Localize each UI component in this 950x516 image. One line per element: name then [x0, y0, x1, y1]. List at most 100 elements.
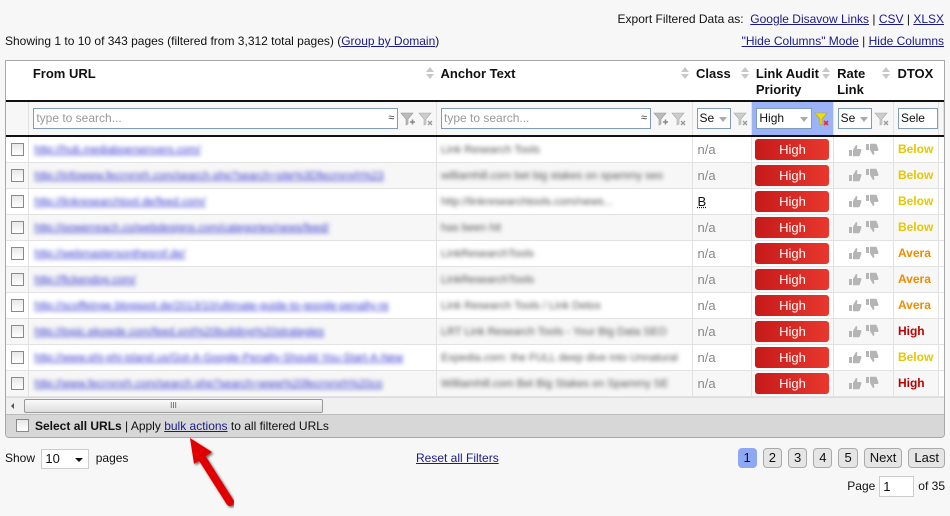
sort-icon[interactable]	[740, 67, 749, 81]
horizontal-scrollbar[interactable]: III	[6, 397, 944, 414]
priority-filter-cell: High	[751, 101, 834, 136]
row-checkbox[interactable]	[10, 377, 24, 391]
row-checkbox[interactable]	[10, 195, 24, 209]
last-page-button[interactable]: Last	[908, 448, 945, 468]
row-checkbox[interactable]	[10, 247, 24, 261]
row-checkbox[interactable]	[10, 299, 24, 313]
active-clear-filter-icon[interactable]	[814, 111, 830, 127]
row-checkbox[interactable]	[10, 273, 24, 287]
sort-icon[interactable]	[425, 67, 434, 81]
row-checkbox[interactable]	[10, 351, 24, 365]
class-filter-select[interactable]: Se	[696, 108, 731, 129]
thumbs-down-icon[interactable]	[865, 272, 879, 286]
row-checkbox[interactable]	[10, 143, 24, 157]
thumbs-up-icon[interactable]	[848, 220, 862, 234]
page-button-2[interactable]: 2	[762, 448, 782, 468]
clear-filter-icon[interactable]	[732, 111, 749, 127]
header-class[interactable]: Class	[692, 61, 752, 101]
sort-icon[interactable]	[822, 67, 831, 81]
thumbs-down-icon[interactable]	[865, 168, 879, 182]
bulk-actions-link[interactable]: bulk actions	[164, 419, 227, 433]
fuzzy-match-icon[interactable]: ≈	[641, 109, 647, 128]
columns-bar: "Hide Columns" Mode | Hide Columns	[741, 34, 944, 48]
header-dtox[interactable]: DTOX	[893, 61, 939, 101]
header-anchor-text[interactable]: Anchor Text	[436, 61, 693, 101]
thumbs-down-icon[interactable]	[865, 324, 879, 338]
next-page-button[interactable]: Next	[863, 448, 903, 468]
from-url-link[interactable]: http://www.fecrnrnrh.com/search.php?sear…	[29, 378, 382, 390]
thumbs-up-icon[interactable]	[848, 143, 862, 157]
priority-badge: High	[755, 346, 830, 368]
from-url-link[interactable]: http://infowww.fecrnrnrh.com/search.php?…	[29, 170, 383, 182]
clear-filter-icon[interactable]	[418, 111, 434, 127]
hide-columns-mode-link[interactable]: "Hide Columns" Mode	[742, 34, 859, 48]
export-xlsx-link[interactable]: XLSX	[913, 12, 944, 26]
anchor-text: Link Research Tools / Link Detox	[441, 300, 602, 312]
clear-filter-icon[interactable]	[873, 111, 890, 127]
from-url-link[interactable]: http://www.phi-phi-island.us/Got-A-Googl…	[29, 352, 403, 364]
thumbs-down-icon[interactable]	[865, 298, 879, 312]
sort-icon[interactable]	[882, 67, 891, 81]
thumbs-down-icon[interactable]	[865, 194, 879, 208]
header-link-audit-priority[interactable]: Link Audit Priority	[751, 61, 834, 101]
dtox-filter-select[interactable]: Sele	[897, 108, 938, 129]
dropdown-arrow-icon	[859, 117, 868, 122]
scroll-left-icon[interactable]	[11, 403, 14, 409]
group-by-domain-link[interactable]: Group by Domain	[341, 34, 435, 48]
page-button-5[interactable]: 5	[838, 448, 858, 468]
page-button-1[interactable]: 1	[737, 448, 757, 468]
table-row: http://webmastersonthesrof.de/LinkResear…	[6, 240, 944, 266]
export-disavow-link[interactable]: Google Disavow Links	[750, 12, 869, 26]
from-url-link[interactable]: http://powerreach.co/webdesigns.com/cate…	[29, 222, 329, 234]
select-all-checkbox[interactable]	[16, 419, 29, 433]
row-checkbox[interactable]	[10, 325, 24, 339]
sort-icon[interactable]	[681, 67, 690, 81]
thumbs-down-icon[interactable]	[865, 143, 879, 157]
export-csv-link[interactable]: CSV	[879, 12, 904, 26]
from-url-search-input[interactable]: type to search... ≈	[33, 108, 399, 129]
thumbs-down-icon[interactable]	[865, 376, 879, 390]
from-url-link[interactable]: http://fickendog.com/	[29, 274, 136, 286]
rate-link-cell	[833, 344, 894, 370]
row-checkbox[interactable]	[10, 169, 24, 183]
thumbs-up-icon[interactable]	[848, 298, 862, 312]
thumbs-up-icon[interactable]	[848, 194, 862, 208]
reset-filters-link[interactable]: Reset all Filters	[416, 451, 499, 465]
priority-filter-select[interactable]: High	[756, 108, 813, 129]
page-button-4[interactable]: 4	[813, 448, 833, 468]
thumbs-up-icon[interactable]	[848, 324, 862, 338]
page-button-3[interactable]: 3	[787, 448, 808, 468]
from-url-link[interactable]: http://webmastersonthesrof.de/	[29, 248, 185, 260]
anchor-text: Link Research Tools	[441, 144, 540, 157]
priority-badge: High	[755, 164, 830, 186]
rate-link-cell	[833, 266, 894, 292]
anchor-text-search-input[interactable]: type to search... ≈	[441, 108, 652, 129]
thumbs-down-icon[interactable]	[865, 220, 879, 234]
add-filter-icon[interactable]	[653, 111, 669, 127]
thumbs-up-icon[interactable]	[848, 246, 862, 260]
header-from-url[interactable]: From URL	[28, 61, 437, 101]
scrollbar-thumb[interactable]: III	[24, 399, 323, 413]
from-url-link[interactable]: http://hub.mediaboersenvers.com/	[29, 144, 200, 156]
from-url-link[interactable]: http://linkresearchtool.de/feed.com/	[29, 196, 205, 208]
thumbs-up-icon[interactable]	[848, 272, 862, 286]
thumbs-up-icon[interactable]	[848, 350, 862, 364]
rate-link-cell	[833, 240, 894, 266]
from-url-link[interactable]: http://topic.ekowde.com/feed.xml%20build…	[29, 326, 324, 338]
thumbs-down-icon[interactable]	[865, 350, 879, 364]
row-checkbox[interactable]	[10, 221, 24, 235]
hide-columns-link[interactable]: Hide Columns	[869, 34, 944, 48]
from-url-link[interactable]: http://scoffeinge.blogspot.de/2013/10/ul…	[29, 300, 388, 312]
thumbs-up-icon[interactable]	[848, 376, 862, 390]
page-size-select[interactable]: 10	[41, 448, 90, 469]
select-all-label: Select all URLs	[35, 419, 122, 433]
thumbs-up-icon[interactable]	[848, 168, 862, 182]
clear-filter-icon[interactable]	[671, 111, 687, 127]
add-filter-icon[interactable]	[400, 111, 416, 127]
header-rate-link[interactable]: Rate Link	[833, 61, 894, 101]
bulk-actions-bar: Select all URLs | Apply bulk actions to …	[6, 414, 944, 437]
thumbs-down-icon[interactable]	[865, 246, 879, 260]
page-number-input[interactable]: 1	[879, 476, 915, 498]
rate-link-filter-select[interactable]: Se	[837, 108, 872, 129]
fuzzy-match-icon[interactable]: ≈	[388, 109, 394, 128]
